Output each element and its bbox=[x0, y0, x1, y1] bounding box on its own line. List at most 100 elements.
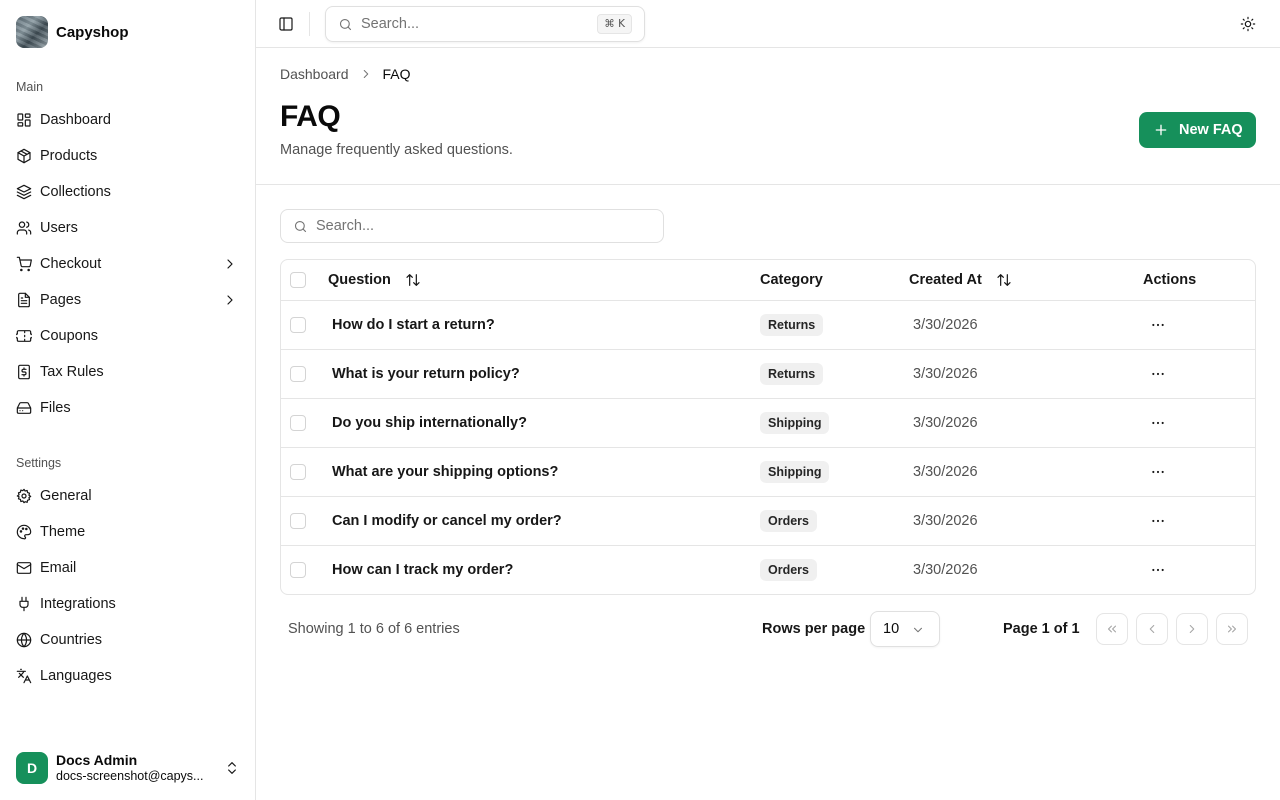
sidebar-item-collections[interactable]: Collections bbox=[8, 176, 248, 208]
row-checkbox[interactable] bbox=[290, 513, 306, 529]
chevrons-up-down-icon bbox=[224, 760, 240, 776]
sidebar: Capyshop Main Dashboard Products Collect… bbox=[0, 0, 256, 800]
new-faq-button[interactable]: New FAQ bbox=[1139, 112, 1256, 148]
sidebar-item-languages[interactable]: Languages bbox=[8, 660, 248, 692]
previous-page-button[interactable] bbox=[1136, 613, 1168, 645]
more-horizontal-icon[interactable] bbox=[1150, 464, 1166, 480]
user-menu[interactable]: D Docs Admin docs-screenshot@capys... bbox=[16, 752, 244, 784]
entries-summary: Showing 1 to 6 of 6 entries bbox=[288, 621, 460, 637]
sidebar-toggle-icon[interactable] bbox=[278, 16, 294, 32]
rows-per-page-label: Rows per page bbox=[762, 621, 866, 637]
plus-icon bbox=[1153, 122, 1169, 138]
sidebar-item-theme[interactable]: Theme bbox=[8, 516, 248, 548]
chevron-right-icon bbox=[359, 67, 373, 81]
table-search-input[interactable]: Search... bbox=[280, 209, 664, 243]
sidebar-item-products[interactable]: Products bbox=[8, 140, 248, 172]
last-page-button[interactable] bbox=[1216, 613, 1248, 645]
sort-icon bbox=[996, 272, 1012, 288]
sidebar-item-pages[interactable]: Pages bbox=[8, 284, 248, 316]
gear-icon bbox=[16, 488, 32, 504]
rows-per-page-select[interactable]: 10 bbox=[870, 611, 940, 647]
breadcrumb: Dashboard FAQ bbox=[280, 64, 411, 84]
row-checkbox[interactable] bbox=[290, 317, 306, 333]
file-icon bbox=[16, 292, 32, 308]
sun-icon[interactable] bbox=[1240, 16, 1256, 32]
column-actions: Actions bbox=[1143, 272, 1197, 288]
category-badge: Returns bbox=[760, 363, 824, 385]
column-question[interactable]: Question bbox=[328, 272, 421, 288]
rows-per-page-value: 10 bbox=[883, 621, 900, 637]
category-badge: Shipping bbox=[760, 412, 830, 434]
table-row[interactable]: What is your return policy? Returns 3/30… bbox=[281, 350, 1255, 399]
page-title: FAQ bbox=[280, 100, 341, 133]
more-horizontal-icon[interactable] bbox=[1150, 513, 1166, 529]
question-cell: How do I start a return? bbox=[332, 317, 495, 333]
sidebar-item-label: Files bbox=[40, 400, 71, 416]
chevrons-right-icon bbox=[1225, 622, 1239, 636]
sidebar-item-integrations[interactable]: Integrations bbox=[8, 588, 248, 620]
sidebar-item-email[interactable]: Email bbox=[8, 552, 248, 584]
receipt-icon bbox=[16, 364, 32, 380]
search-icon bbox=[293, 219, 308, 234]
sidebar-item-dashboard[interactable]: Dashboard bbox=[8, 104, 248, 136]
chevrons-left-icon bbox=[1105, 622, 1119, 636]
palette-icon bbox=[16, 524, 32, 540]
question-cell: Do you ship internationally? bbox=[332, 415, 527, 431]
row-checkbox[interactable] bbox=[290, 415, 306, 431]
sidebar-item-general[interactable]: General bbox=[8, 480, 248, 512]
column-created-at[interactable]: Created At bbox=[909, 272, 1012, 288]
chevron-left-icon bbox=[1145, 622, 1159, 636]
search-placeholder: Search... bbox=[316, 218, 375, 234]
chevron-right-icon bbox=[1185, 622, 1199, 636]
created-at-cell: 3/30/2026 bbox=[913, 562, 978, 578]
table-row[interactable]: What are your shipping options? Shipping… bbox=[281, 448, 1255, 497]
category-badge: Orders bbox=[760, 510, 817, 532]
breadcrumb-dashboard[interactable]: Dashboard bbox=[280, 66, 349, 82]
question-cell: How can I track my order? bbox=[332, 562, 514, 578]
category-badge: Shipping bbox=[760, 461, 830, 483]
row-checkbox[interactable] bbox=[290, 464, 306, 480]
brand[interactable]: Capyshop bbox=[16, 16, 129, 48]
globe-icon bbox=[16, 632, 32, 648]
sidebar-item-tax-rules[interactable]: Tax Rules bbox=[8, 356, 248, 388]
users-icon bbox=[16, 220, 32, 236]
created-at-cell: 3/30/2026 bbox=[913, 415, 978, 431]
category-badge: Orders bbox=[760, 559, 817, 581]
table-row[interactable]: Do you ship internationally? Shipping 3/… bbox=[281, 399, 1255, 448]
sidebar-item-label: Theme bbox=[40, 524, 86, 540]
sidebar-item-checkout[interactable]: Checkout bbox=[8, 248, 248, 280]
next-page-button[interactable] bbox=[1176, 613, 1208, 645]
sidebar-item-countries[interactable]: Countries bbox=[8, 624, 248, 656]
created-at-cell: 3/30/2026 bbox=[913, 366, 978, 382]
plug-icon bbox=[16, 596, 32, 612]
sidebar-item-label: Integrations bbox=[40, 596, 116, 612]
select-all-checkbox[interactable] bbox=[290, 272, 306, 288]
more-horizontal-icon[interactable] bbox=[1150, 366, 1166, 382]
group-label-main: Main bbox=[16, 80, 44, 94]
row-checkbox[interactable] bbox=[290, 562, 306, 578]
table-row[interactable]: Can I modify or cancel my order? Orders … bbox=[281, 497, 1255, 546]
brand-logo bbox=[16, 16, 48, 48]
table-row[interactable]: How can I track my order? Orders 3/30/20… bbox=[281, 546, 1255, 594]
first-page-button[interactable] bbox=[1096, 613, 1128, 645]
created-at-cell: 3/30/2026 bbox=[913, 464, 978, 480]
sidebar-item-label: Coupons bbox=[40, 328, 99, 344]
sidebar-item-label: Dashboard bbox=[40, 112, 111, 128]
more-horizontal-icon[interactable] bbox=[1150, 317, 1166, 333]
sidebar-item-coupons[interactable]: Coupons bbox=[8, 320, 248, 352]
sidebar-item-label: Users bbox=[40, 220, 78, 236]
sidebar-item-files[interactable]: Files bbox=[8, 392, 248, 424]
page-subtitle: Manage frequently asked questions. bbox=[280, 142, 513, 158]
user-email: docs-screenshot@capys... bbox=[56, 769, 204, 783]
more-horizontal-icon[interactable] bbox=[1150, 415, 1166, 431]
column-category: Category bbox=[760, 272, 823, 288]
table-row[interactable]: How do I start a return? Returns 3/30/20… bbox=[281, 301, 1255, 350]
more-horizontal-icon[interactable] bbox=[1150, 562, 1166, 578]
sidebar-item-label: Products bbox=[40, 148, 98, 164]
sidebar-item-label: Countries bbox=[40, 632, 103, 648]
brand-name: Capyshop bbox=[56, 23, 129, 41]
sidebar-item-users[interactable]: Users bbox=[8, 212, 248, 244]
global-search-input[interactable]: Search... ⌘ K bbox=[325, 6, 645, 42]
question-cell: What are your shipping options? bbox=[332, 464, 559, 480]
row-checkbox[interactable] bbox=[290, 366, 306, 382]
